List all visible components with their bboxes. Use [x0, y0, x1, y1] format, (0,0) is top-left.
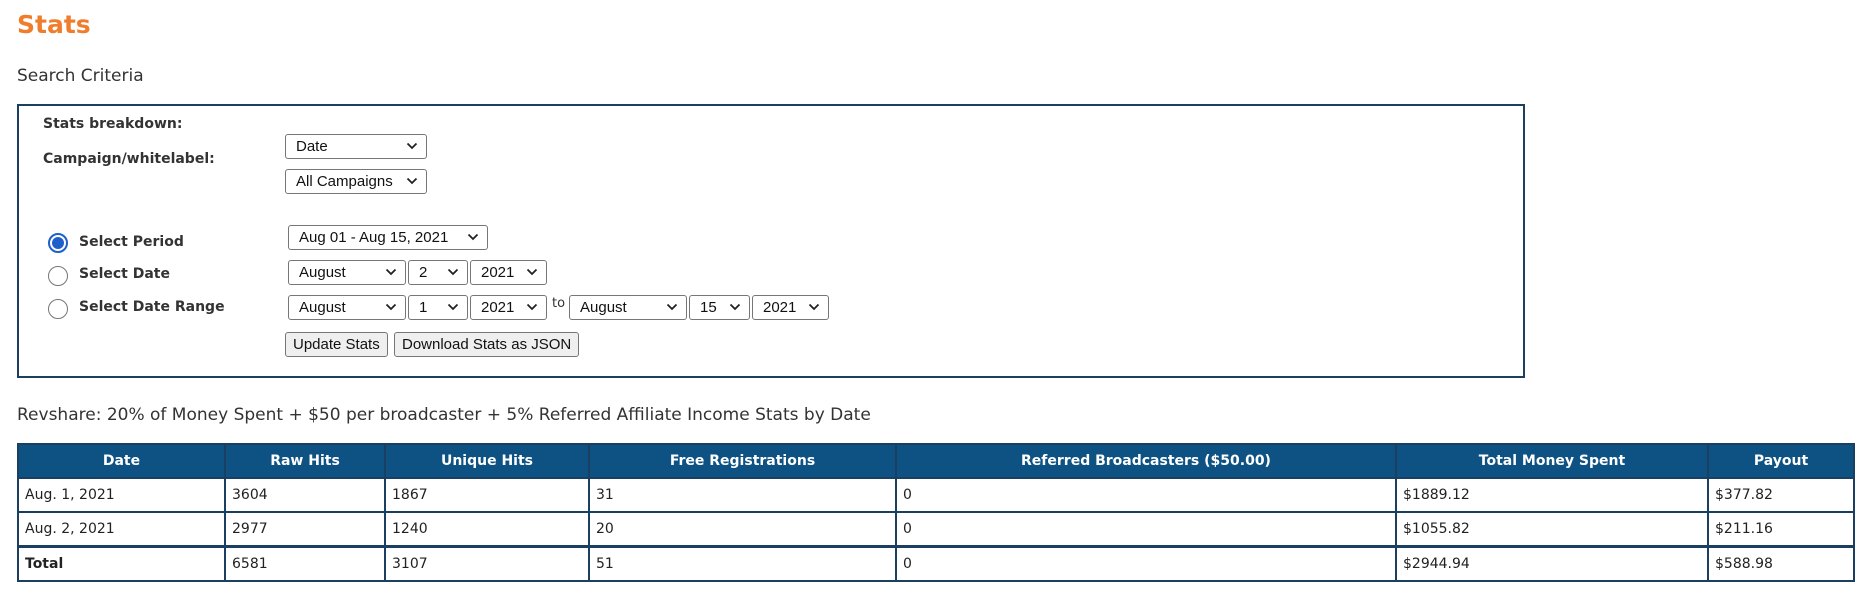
chevron-down-icon [526, 303, 538, 311]
cell-raw-hits: 2977 [224, 511, 386, 548]
range-to-year-value: 2021 [763, 299, 797, 316]
total-raw-hits: 6581 [224, 545, 386, 582]
table-row: Aug. 1, 2021 3604 1867 31 0 $1889.12 $37… [17, 477, 1855, 513]
chevron-down-icon [385, 303, 397, 311]
col-header-free-registrations: Free Registrations [588, 443, 897, 479]
search-criteria-heading: Search Criteria [17, 66, 144, 86]
total-money-spent: $2944.94 [1395, 545, 1709, 582]
cell-raw-hits: 3604 [224, 477, 386, 513]
col-header-payout: Payout [1707, 443, 1855, 479]
range-to-month-select[interactable]: August [569, 295, 687, 320]
range-to-day-select[interactable]: 15 [689, 295, 750, 320]
range-from-month-select[interactable]: August [288, 295, 406, 320]
cell-referred-broadcasters: 0 [895, 511, 1397, 548]
cell-free-registrations: 31 [588, 477, 897, 513]
campaign-label: Campaign/whitelabel: [43, 151, 215, 167]
chevron-down-icon [447, 303, 459, 311]
table-row: Aug. 2, 2021 2977 1240 20 0 $1055.82 $21… [17, 511, 1855, 548]
select-date-range-label: Select Date Range [79, 299, 225, 315]
chevron-down-icon [467, 233, 479, 241]
date-year-value: 2021 [481, 264, 515, 281]
total-label: Total [17, 545, 226, 582]
range-from-year-select[interactable]: 2021 [470, 295, 547, 320]
chevron-down-icon [526, 268, 538, 276]
select-period-label: Select Period [79, 234, 184, 250]
range-from-day-select[interactable]: 1 [408, 295, 468, 320]
cell-free-registrations: 20 [588, 511, 897, 548]
col-header-total-money-spent: Total Money Spent [1395, 443, 1709, 479]
cell-date: Aug. 2, 2021 [17, 511, 226, 548]
stats-breakdown-label: Stats breakdown: [43, 116, 183, 132]
stats-breakdown-value: Date [296, 138, 328, 155]
cell-total-money-spent: $1889.12 [1395, 477, 1709, 513]
select-date-radio[interactable] [48, 266, 68, 286]
range-to-year-select[interactable]: 2021 [752, 295, 829, 320]
range-to-month-value: August [580, 299, 627, 316]
date-month-value: August [299, 264, 346, 281]
total-unique-hits: 3107 [384, 545, 590, 582]
range-from-year-value: 2021 [481, 299, 515, 316]
search-criteria-panel: Stats breakdown: Date Campaign/whitelabe… [17, 104, 1525, 378]
chevron-down-icon [447, 268, 459, 276]
total-referred-broadcasters: 0 [895, 545, 1397, 582]
chevron-down-icon [729, 303, 741, 311]
range-to-label: to [552, 296, 566, 311]
cell-unique-hits: 1240 [384, 511, 590, 548]
cell-date: Aug. 1, 2021 [17, 477, 226, 513]
select-date-range-radio[interactable] [48, 299, 68, 319]
update-stats-button[interactable]: Update Stats [285, 332, 388, 357]
date-day-value: 2 [419, 264, 428, 281]
stats-table: Date Raw Hits Unique Hits Free Registrat… [17, 443, 1855, 582]
table-header-row: Date Raw Hits Unique Hits Free Registrat… [17, 443, 1855, 479]
date-year-select[interactable]: 2021 [470, 260, 547, 285]
date-day-select[interactable]: 2 [408, 260, 468, 285]
chevron-down-icon [808, 303, 820, 311]
col-header-date: Date [17, 443, 226, 479]
stats-table-title: Revshare: 20% of Money Spent + $50 per b… [17, 405, 871, 425]
col-header-referred-broadcasters: Referred Broadcasters ($50.00) [895, 443, 1397, 479]
select-period-radio[interactable] [48, 233, 68, 253]
chevron-down-icon [406, 142, 418, 150]
chevron-down-icon [406, 177, 418, 185]
period-value: Aug 01 - Aug 15, 2021 [299, 229, 449, 246]
cell-payout: $377.82 [1707, 477, 1855, 513]
campaign-select[interactable]: All Campaigns [285, 169, 427, 194]
cell-referred-broadcasters: 0 [895, 477, 1397, 513]
col-header-raw-hits: Raw Hits [224, 443, 386, 479]
range-from-month-value: August [299, 299, 346, 316]
range-from-day-value: 1 [419, 299, 428, 316]
total-payout: $588.98 [1707, 545, 1855, 582]
total-free-registrations: 51 [588, 545, 897, 582]
period-select[interactable]: Aug 01 - Aug 15, 2021 [288, 225, 488, 250]
cell-total-money-spent: $1055.82 [1395, 511, 1709, 548]
select-date-label: Select Date [79, 266, 170, 282]
cell-unique-hits: 1867 [384, 477, 590, 513]
campaign-value: All Campaigns [296, 173, 393, 190]
table-total-row: Total 6581 3107 51 0 $2944.94 $588.98 [17, 545, 1855, 582]
range-to-day-value: 15 [700, 299, 717, 316]
page-title: Stats [17, 10, 91, 39]
cell-payout: $211.16 [1707, 511, 1855, 548]
stats-breakdown-select[interactable]: Date [285, 134, 427, 159]
chevron-down-icon [385, 268, 397, 276]
download-json-button[interactable]: Download Stats as JSON [394, 332, 580, 357]
col-header-unique-hits: Unique Hits [384, 443, 590, 479]
chevron-down-icon [666, 303, 678, 311]
date-month-select[interactable]: August [288, 260, 406, 285]
